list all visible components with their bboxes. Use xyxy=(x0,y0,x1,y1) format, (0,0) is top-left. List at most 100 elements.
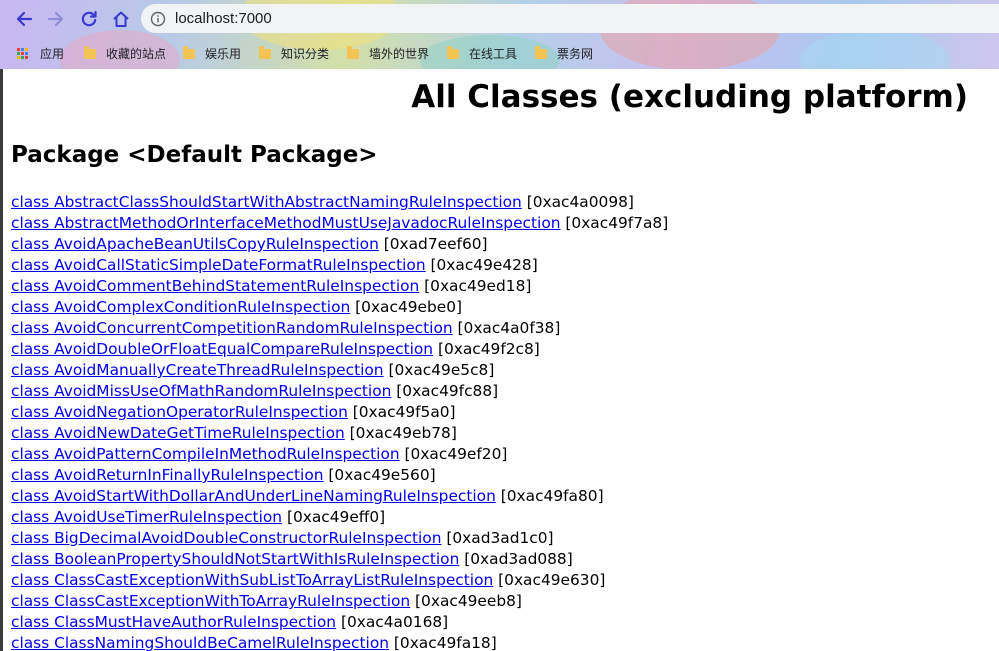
bookmark-apps[interactable]: 应用 xyxy=(17,45,64,62)
class-list-item: class AvoidDoubleOrFloatEqualCompareRule… xyxy=(11,339,668,360)
page-title: All Classes (excluding platform) xyxy=(411,79,968,115)
class-list-item: class AvoidCommentBehindStatementRuleIns… xyxy=(11,276,668,297)
class-address: [0xac49e5c8] xyxy=(383,361,495,379)
class-link[interactable]: class BigDecimalAvoidDoubleConstructorRu… xyxy=(11,529,441,547)
class-link[interactable]: class AvoidReturnInFinallyRuleInspection xyxy=(11,466,324,484)
class-address: [0xac49f7a8] xyxy=(560,214,669,232)
class-link[interactable]: class AvoidNegationOperatorRuleInspectio… xyxy=(11,403,348,421)
class-link[interactable]: class AvoidComplexConditionRuleInspectio… xyxy=(11,298,350,316)
folder-icon xyxy=(259,45,271,59)
class-link[interactable]: class ClassCastExceptionWithSubListToArr… xyxy=(11,571,493,589)
class-link[interactable]: class AvoidDoubleOrFloatEqualCompareRule… xyxy=(11,340,433,358)
back-arrow-icon xyxy=(16,11,33,27)
class-list-item: class ClassCastExceptionWithToArrayRuleI… xyxy=(11,591,668,612)
class-link[interactable]: class AvoidStartWithDollarAndUnderLineNa… xyxy=(11,487,496,505)
class-address: [0xac49f2c8] xyxy=(433,340,540,358)
browser-toolbar: localhost:7000 xyxy=(0,0,999,37)
class-list-item: class BooleanPropertyShouldNotStartWithI… xyxy=(11,549,668,570)
bookmark-label: 在线工具 xyxy=(469,47,518,61)
bookmark-folder[interactable]: 票务网 xyxy=(535,45,593,62)
class-list-item: class AvoidComplexConditionRuleInspectio… xyxy=(11,297,668,318)
class-link[interactable]: class AvoidNewDateGetTimeRuleInspection xyxy=(11,424,345,442)
class-link[interactable]: class ClassMustHaveAuthorRuleInspection xyxy=(11,613,336,631)
class-list-item: class AvoidManuallyCreateThreadRuleInspe… xyxy=(11,360,668,381)
bookmarks-bar: 应用 收藏的站点 娱乐用 知识分类 墙外的世界 在线工具 票务网 xyxy=(0,37,999,69)
class-link[interactable]: class ClassCastExceptionWithToArrayRuleI… xyxy=(11,592,410,610)
browser-chrome: localhost:7000 应用 收藏的站点 娱乐用 知识分类 墙外的世界 在… xyxy=(0,0,999,69)
bookmark-folder[interactable]: 知识分类 xyxy=(259,45,329,62)
folder-icon xyxy=(447,45,459,59)
class-address: [0xac49ef20] xyxy=(399,445,508,463)
class-link[interactable]: class AbstractMethodOrInterfaceMethodMus… xyxy=(11,214,561,232)
class-list: class AbstractClassShouldStartWithAbstra… xyxy=(11,192,668,651)
class-link[interactable]: class ClassNamingShouldBeCamelRuleInspec… xyxy=(11,634,389,651)
bookmark-folder[interactable]: 在线工具 xyxy=(447,45,517,62)
class-link[interactable]: class BooleanPropertyShouldNotStartWithI… xyxy=(11,550,459,568)
apps-grid-icon xyxy=(17,48,28,59)
class-address: [0xad3ad1c0] xyxy=(441,529,554,547)
bookmark-label: 应用 xyxy=(40,47,65,61)
class-address: [0xac49eff0] xyxy=(282,508,386,526)
class-list-item: class AvoidCallStaticSimpleDateFormatRul… xyxy=(11,255,668,276)
class-list-item: class BigDecimalAvoidDoubleConstructorRu… xyxy=(11,528,668,549)
class-address: [0xac49f5a0] xyxy=(347,403,456,421)
class-address: [0xad7eef60] xyxy=(378,235,488,253)
class-list-item: class ClassCastExceptionWithSubListToArr… xyxy=(11,570,668,591)
class-link[interactable]: class AvoidApacheBeanUtilsCopyRuleInspec… xyxy=(11,235,379,253)
bookmark-label: 墙外的世界 xyxy=(369,47,430,61)
forward-arrow-icon xyxy=(47,11,64,27)
address-bar[interactable]: localhost:7000 xyxy=(141,4,999,33)
class-list-item: class ClassNamingShouldBeCamelRuleInspec… xyxy=(11,633,668,651)
home-icon xyxy=(113,11,129,27)
class-link[interactable]: class AvoidCommentBehindStatementRuleIns… xyxy=(11,277,419,295)
class-address: [0xac49e630] xyxy=(493,571,606,589)
class-address: [0xac49e560] xyxy=(323,466,436,484)
bookmark-folder[interactable]: 收藏的站点 xyxy=(84,45,166,62)
folder-icon xyxy=(535,45,547,59)
class-link[interactable]: class AvoidUseTimerRuleInspection xyxy=(11,508,282,526)
class-link[interactable]: class AvoidConcurrentCompetitionRandomRu… xyxy=(11,319,453,337)
reload-button[interactable] xyxy=(77,7,101,31)
bookmark-label: 娱乐用 xyxy=(205,47,242,61)
folder-icon xyxy=(183,45,195,59)
class-address: [0xac49eb78] xyxy=(344,424,457,442)
class-list-item: class AbstractClassShouldStartWithAbstra… xyxy=(11,192,668,213)
class-address: [0xac49eeb8] xyxy=(410,592,522,610)
class-list-item: class AvoidConcurrentCompetitionRandomRu… xyxy=(11,318,668,339)
bookmark-folder[interactable]: 娱乐用 xyxy=(183,45,241,62)
class-list-item: class AvoidUseTimerRuleInspection [0xac4… xyxy=(11,507,668,528)
forward-button[interactable] xyxy=(44,7,68,31)
class-address: [0xac49fa80] xyxy=(495,487,604,505)
site-info-icon[interactable] xyxy=(150,11,166,27)
class-address: [0xac4a0f38] xyxy=(452,319,561,337)
class-list-item: class AvoidMissUseOfMathRandomRuleInspec… xyxy=(11,381,668,402)
class-list-item: class AvoidNewDateGetTimeRuleInspection … xyxy=(11,423,668,444)
class-link[interactable]: class AvoidManuallyCreateThreadRuleInspe… xyxy=(11,361,384,379)
class-address: [0xac49e428] xyxy=(425,256,538,274)
class-address: [0xac49fa18] xyxy=(389,634,497,651)
home-button[interactable] xyxy=(109,7,133,31)
class-list-item: class AvoidApacheBeanUtilsCopyRuleInspec… xyxy=(11,234,668,255)
class-link[interactable]: class AvoidPatternCompileInMethodRuleIns… xyxy=(11,445,400,463)
reload-icon xyxy=(81,10,97,27)
class-list-item: class AbstractMethodOrInterfaceMethodMus… xyxy=(11,213,668,234)
package-heading: Package <Default Package> xyxy=(11,142,378,168)
url-text: localhost:7000 xyxy=(175,10,272,27)
bookmark-folder[interactable]: 墙外的世界 xyxy=(347,45,429,62)
class-link[interactable]: class AvoidMissUseOfMathRandomRuleInspec… xyxy=(11,382,391,400)
back-button[interactable] xyxy=(12,7,36,31)
class-list-item: class AvoidNegationOperatorRuleInspectio… xyxy=(11,402,668,423)
folder-icon xyxy=(84,45,96,59)
class-link[interactable]: class AbstractClassShouldStartWithAbstra… xyxy=(11,193,522,211)
class-address: [0xac49ebe0] xyxy=(350,298,463,316)
class-address: [0xac49ed18] xyxy=(419,277,532,295)
bookmark-label: 票务网 xyxy=(557,47,594,61)
class-list-item: class AvoidStartWithDollarAndUnderLineNa… xyxy=(11,486,668,507)
class-address: [0xad3ad088] xyxy=(459,550,573,568)
class-link[interactable]: class AvoidCallStaticSimpleDateFormatRul… xyxy=(11,256,426,274)
bookmark-label: 收藏的站点 xyxy=(106,47,167,61)
class-list-item: class AvoidPatternCompileInMethodRuleIns… xyxy=(11,444,668,465)
class-address: [0xac49fc88] xyxy=(391,382,499,400)
class-list-item: class ClassMustHaveAuthorRuleInspection … xyxy=(11,612,668,633)
page-content: All Classes (excluding platform) Package… xyxy=(0,69,999,651)
